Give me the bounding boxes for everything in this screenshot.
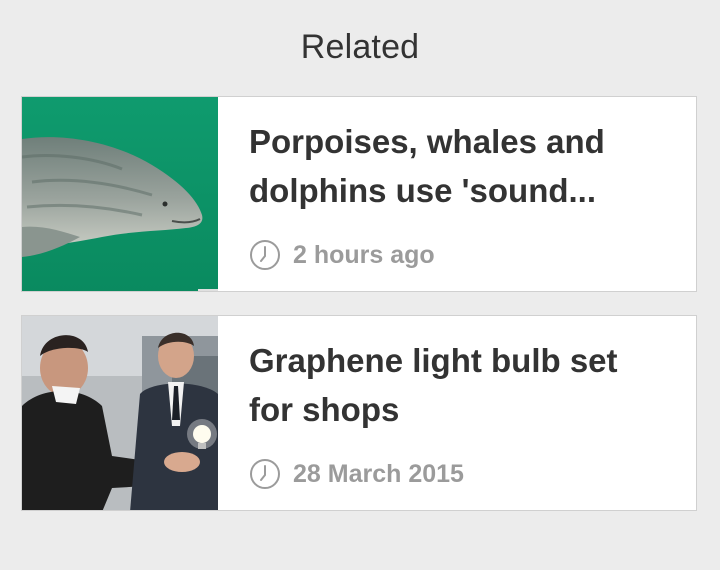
article-thumbnail-porpoise: [22, 97, 218, 291]
section-title: Related: [300, 28, 420, 66]
clock-icon: [250, 459, 280, 489]
article-headline[interactable]: Graphene light bulb set for shops: [249, 336, 669, 434]
article-thumbnail-graphene: [22, 316, 218, 510]
article-card-1[interactable]: Porpoises, whales and dolphins use 'soun…: [21, 96, 697, 292]
article-timestamp: 2 hours ago: [293, 240, 435, 269]
porpoise-image: [22, 97, 218, 291]
article-meta: 2 hours ago: [249, 239, 435, 271]
clock-icon: [250, 240, 280, 270]
article-timestamp: 28 March 2015: [293, 459, 464, 488]
article-meta: 28 March 2015: [249, 458, 464, 490]
article-card-2[interactable]: Graphene light bulb set for shops 28 Mar…: [21, 315, 697, 511]
article-headline[interactable]: Porpoises, whales and dolphins use 'soun…: [249, 117, 669, 215]
graphene-bulb-image: [22, 316, 218, 510]
